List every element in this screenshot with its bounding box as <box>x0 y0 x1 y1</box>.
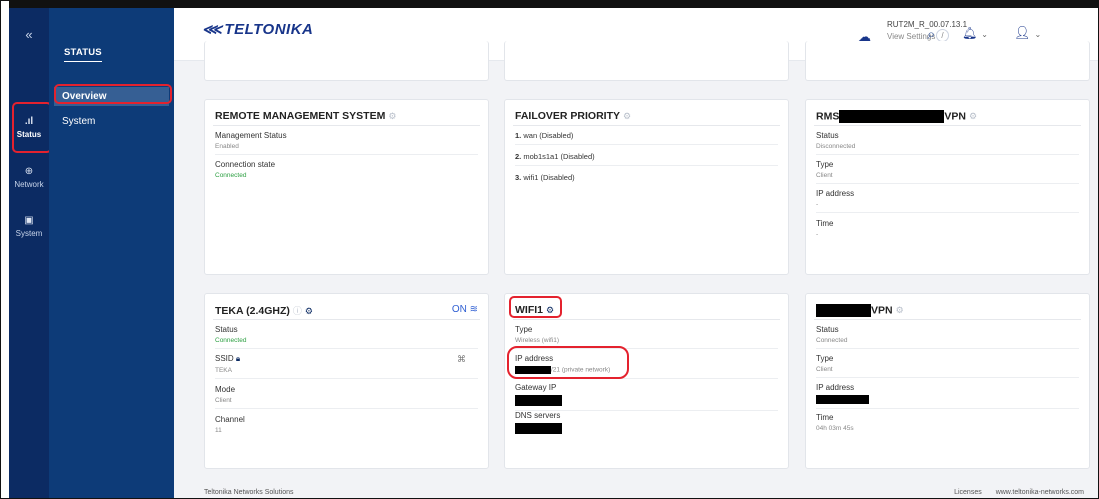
field-status: Status Disconnected <box>816 131 1079 155</box>
card-wifi1: WIFI1 ⚙ Type Wireless (wifi1) IP address/2… <box>504 293 789 469</box>
card-title: FAILOVER PRIORITY ⚙ <box>515 110 632 122</box>
field-type: Type Wireless (wifi1) <box>515 325 778 349</box>
bell-icon: 🔔︎ <box>962 26 978 40</box>
divider <box>814 125 1081 126</box>
field-time: Time - <box>816 219 834 238</box>
gear-icon[interactable]: ⚙ <box>623 111 631 121</box>
field-connection-state: Connection state Connected <box>215 160 276 179</box>
subnav-item-system[interactable]: System <box>54 112 169 131</box>
field-status: Status Connected <box>215 325 478 349</box>
user-settings-icon: 👤︎ <box>1014 25 1031 40</box>
chevron-down-icon: ⌄ <box>1034 30 1042 39</box>
redacted-block <box>839 110 945 123</box>
gear-icon[interactable]: ⚙ <box>969 111 977 121</box>
card-partial-2 <box>504 41 789 81</box>
card-remote-management: REMOTE MANAGEMENT SYSTEM ⚙ Management Sta… <box>204 99 489 275</box>
card-title: REMOTE MANAGEMENT SYSTEM ⚙ <box>215 110 397 122</box>
card-title: VPN ⚙ <box>816 304 904 317</box>
nav-item-status[interactable]: .ıl Status <box>9 116 49 139</box>
nav-item-network[interactable]: ⊕ Network <box>9 166 49 189</box>
nav-item-system[interactable]: ▣ System <box>9 215 49 238</box>
wifi-toggle[interactable]: ON ≋ <box>452 304 478 315</box>
card-partial-1 <box>204 41 489 81</box>
chevron-down-icon: ⌄ <box>981 30 988 39</box>
divider <box>213 125 480 126</box>
licenses-link[interactable]: Licenses <box>954 489 982 496</box>
field-time: Time 04h 03m 45s <box>816 413 854 432</box>
gear-icon[interactable]: ⚙ <box>388 111 396 121</box>
field-ip-address: IP address/21 (private network) <box>515 354 778 379</box>
collapse-nav-icon[interactable]: « <box>13 27 45 42</box>
search-shortcut: / <box>936 28 949 42</box>
card-title: TEKA (2.4GHZ) ⓘ ⚙ <box>215 305 313 317</box>
field-ip-address: IP address <box>816 383 1079 409</box>
field-channel: Channel 11 <box>215 415 245 434</box>
gear-icon[interactable]: ⚙ <box>896 305 904 315</box>
notifications-button[interactable]: 🔔︎ ⌄ <box>962 26 988 40</box>
failover-item: 1. wan (Disabled) <box>515 131 778 145</box>
field-type: Type Client <box>816 160 1079 184</box>
footer-company: Teltonika Networks Solutions <box>204 489 294 496</box>
gear-icon[interactable]: ⚙ <box>546 305 554 315</box>
field-dns-servers: DNS servers <box>515 411 778 434</box>
signal-icon: .ıl <box>24 116 34 127</box>
redacted-block <box>515 423 562 434</box>
field-management-status: Management Status Enabled <box>215 131 478 155</box>
field-mode: Mode Client <box>215 385 478 409</box>
field-gateway-ip: Gateway IP <box>515 383 778 411</box>
nav-item-status-label: Status <box>16 130 42 139</box>
divider <box>513 319 780 320</box>
website-link[interactable]: www.teltonika-networks.com <box>996 489 1084 496</box>
nav-item-system-label: System <box>15 229 43 238</box>
globe-icon: ⊕ <box>24 166 34 177</box>
secondary-nav <box>49 8 174 498</box>
gear-icon[interactable]: ⚙ <box>305 306 313 316</box>
redacted-block <box>515 366 551 374</box>
nav-item-network-label: Network <box>14 180 44 189</box>
field-status: Status Connected <box>816 325 1079 349</box>
failover-item: 3. wifi1 (Disabled) <box>515 173 575 182</box>
card-rms-vpn: RMS VPN ⚙ Status Disconnected Type Client IP… <box>805 99 1090 275</box>
top-border <box>9 1 1098 8</box>
primary-nav <box>9 8 49 498</box>
redacted-block <box>515 395 562 406</box>
card-vpn: VPN ⚙ Status Connected Type Client IP addre… <box>805 293 1090 469</box>
app-window: « .ıl Status ⊕ Network ▣ System STATUS O… <box>0 0 1099 499</box>
redacted-block <box>816 304 871 317</box>
wifi-icon: ≋ <box>469 304 478 315</box>
logo-mark-icon: ⋘ <box>202 21 223 37</box>
system-icon: ▣ <box>24 215 34 226</box>
section-title: STATUS <box>64 47 102 62</box>
card-title: WIFI1 ⚙ <box>515 304 555 316</box>
info-icon: ⓘ <box>292 306 302 316</box>
subnav-item-overview[interactable]: Overview <box>54 87 169 106</box>
divider <box>814 319 1081 320</box>
teltonika-logo[interactable]: ⋘ TELTONIKA <box>202 21 313 38</box>
user-menu-button[interactable]: 👤︎ ⌄ <box>1014 25 1041 41</box>
divider <box>213 319 480 320</box>
qr-code-icon[interactable]: ⌘ <box>457 354 466 365</box>
field-ssid: SSID 🔒︎ ⌘ TEKA <box>215 354 478 379</box>
card-partial-3 <box>805 41 1090 81</box>
footer-links: Licenses www.teltonika-networks.com <box>942 489 1084 496</box>
failover-item: 2. mob1s1a1 (Disabled) <box>515 152 778 166</box>
card-title: RMS VPN ⚙ <box>816 110 978 123</box>
field-type: Type Client <box>816 354 1079 378</box>
lock-icon: 🔒︎ <box>235 354 241 363</box>
field-ip-address: IP address - <box>816 189 1079 213</box>
divider <box>513 125 780 126</box>
redacted-block <box>816 395 869 404</box>
card-teka-wireless: TEKA (2.4GHZ) ⓘ ⚙ ON ≋ Status Connected SSI… <box>204 293 489 469</box>
card-failover-priority: FAILOVER PRIORITY ⚙ 1. wan (Disabled) 2. … <box>504 99 789 275</box>
